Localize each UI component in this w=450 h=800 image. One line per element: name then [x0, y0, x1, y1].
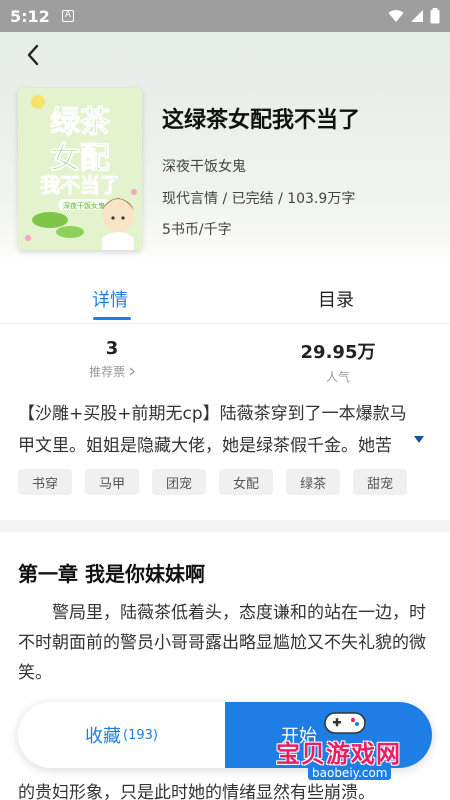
back-arrow-icon [27, 44, 39, 66]
popularity-label: 人气 [325, 370, 350, 384]
signal-icon [411, 10, 423, 22]
book-cover[interactable]: 绿茶 女配 我不当了 深夜干饭女鬼 [18, 88, 142, 250]
status-bar: 5:12 A [0, 0, 450, 32]
battery-icon [430, 8, 440, 24]
tag-item[interactable]: 书穿 [18, 469, 73, 495]
wifi-icon [388, 10, 404, 22]
book-intro[interactable]: 【沙雕+买股+前期无cp】陆薇茶穿到了一本爆款马甲文里。姐姐是隐藏大佬，她是绿茶… [18, 398, 422, 462]
favorite-count: (193) [123, 727, 158, 743]
tag-item[interactable]: 绿茶 [286, 469, 341, 495]
back-button[interactable] [18, 40, 48, 70]
tag-list: 书穿 马甲 团宠 女配 绿茶 甜宠 [18, 469, 438, 495]
cover-title-line1: 绿茶 [50, 105, 111, 140]
chapter-title: 第一章 我是你妹妹啊 [18, 562, 205, 586]
cover-art: 绿茶 女配 我不当了 深夜干饭女鬼 [18, 88, 142, 250]
tab-detail[interactable]: 详情 [92, 286, 128, 312]
recommend-ticket-label: 推荐票 [32, 363, 192, 380]
active-tab-indicator [93, 317, 131, 320]
book-price: 5书币/千字 [162, 222, 232, 238]
site-watermark: 宝贝游戏网 baobeiy.com [270, 708, 440, 788]
tag-item[interactable]: 团宠 [152, 469, 207, 495]
chevron-right-icon [129, 367, 135, 376]
popularity-stat: 29.95万 人气 [258, 338, 418, 385]
chapter-text: 警局里，陆薇茶低着头，态度谦和的站在一边，时不时朝面前的警员小哥哥露出略显尴尬又… [18, 603, 426, 683]
tag-item[interactable]: 女配 [219, 469, 274, 495]
tab-bar: 详情 目录 [0, 272, 450, 324]
tag-item[interactable]: 甜宠 [353, 469, 408, 495]
book-author[interactable]: 深夜干饭女鬼 [162, 156, 246, 176]
popularity-count: 29.95万 [300, 342, 376, 363]
notification-icon: A [61, 10, 74, 22]
add-to-shelf-button[interactable]: 收藏 (193) [18, 702, 225, 768]
cover-title-line2: 女配 [50, 141, 110, 176]
watermark-url: baobeiy.com [308, 766, 392, 780]
book-header: 绿茶 女配 我不当了 深夜干饭女鬼 这绿茶女配我不当了 深夜干饭女鬼 现代言情 … [0, 32, 450, 272]
favorite-label: 收藏 [85, 726, 122, 747]
recommend-ticket-stat[interactable]: 3 推荐票 [32, 338, 192, 380]
cover-title-line3: 我不当了 [40, 173, 120, 197]
tab-table-of-contents[interactable]: 目录 [318, 286, 354, 312]
book-title: 这绿茶女配我不当了 [162, 108, 361, 133]
status-time: 5:12 [10, 6, 50, 26]
expand-intro-icon[interactable] [414, 436, 424, 443]
book-meta: 现代言情 / 已完结 / 103.9万字 [162, 191, 356, 207]
recommend-ticket-count: 3 [105, 338, 119, 359]
tag-item[interactable]: 马甲 [85, 469, 140, 495]
cover-author: 深夜干饭女鬼 [63, 201, 105, 210]
section-divider [0, 520, 450, 532]
watermark-text: 宝贝游戏网 [276, 740, 401, 768]
book-stats: 3 推荐票 29.95万 人气 [0, 338, 450, 394]
